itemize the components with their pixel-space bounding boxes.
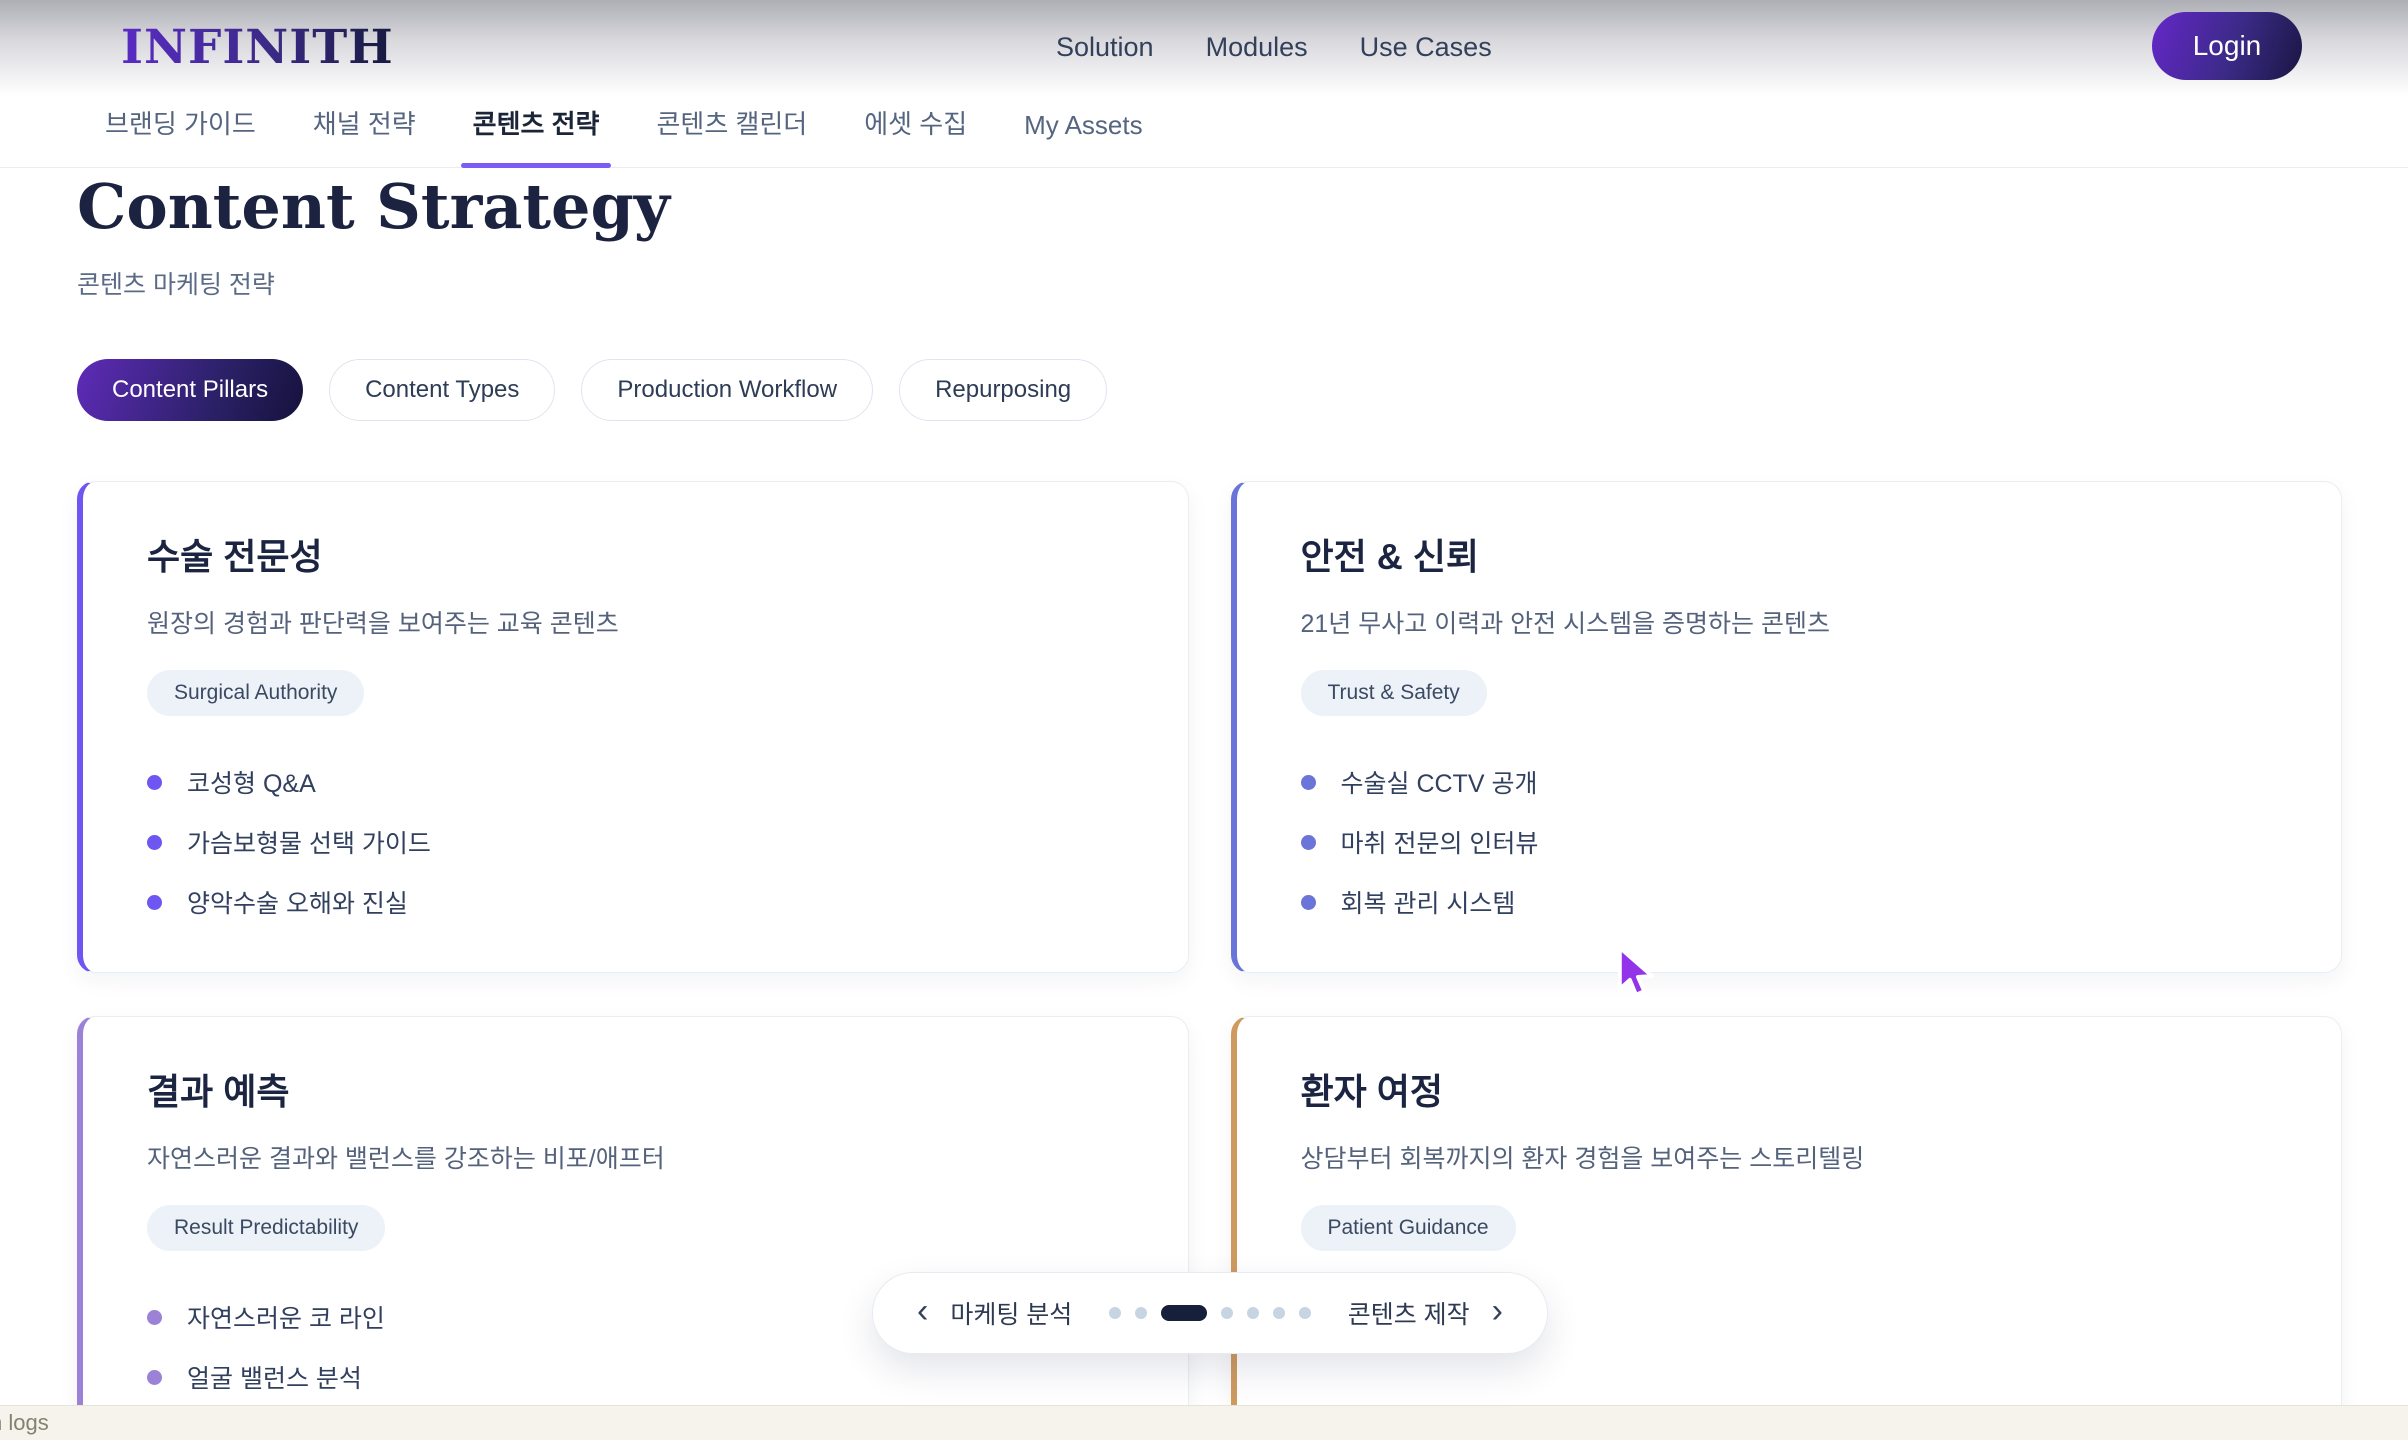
page-title: Content Strategy <box>77 174 2408 239</box>
page-subtitle: 콘텐츠 마케팅 전략 <box>77 265 2408 301</box>
section-tabbar: 브랜딩 가이드 채널 전략 콘텐츠 전략 콘텐츠 캘린더 에셋 수집 My As… <box>0 104 2408 168</box>
pager-next[interactable]: 콘텐츠 제작 › <box>1348 1295 1503 1331</box>
filter-content-pillars[interactable]: Content Pillars <box>77 359 303 421</box>
pager-dot[interactable] <box>1247 1307 1259 1319</box>
status-bar: n logs <box>0 1405 2408 1440</box>
card-badge: Patient Guidance <box>1301 1205 1516 1251</box>
pager-dot[interactable] <box>1273 1307 1285 1319</box>
nav-item-solution[interactable]: Solution <box>1056 32 1154 63</box>
card-surgical-expertise[interactable]: 수술 전문성 원장의 경험과 판단력을 보여주는 교육 콘텐츠 Surgical… <box>77 481 1189 973</box>
card-title: 수술 전문성 <box>147 528 1128 580</box>
tab-asset-collection[interactable]: 에셋 수집 <box>864 104 967 141</box>
bullet-dot-icon <box>147 895 162 910</box>
list-item: 양악수술 오해와 진실 <box>147 872 1128 932</box>
tab-branding-guide[interactable]: 브랜딩 가이드 <box>105 104 256 141</box>
main-nav: Solution Modules Use Cases <box>1056 32 1492 63</box>
chevron-right-icon: › <box>1492 1294 1503 1328</box>
bullet-dot-icon <box>147 1310 162 1325</box>
pager-dot[interactable] <box>1135 1307 1147 1319</box>
bullet-dot-icon <box>147 835 162 850</box>
status-bar-text[interactable]: n logs <box>0 1410 49 1435</box>
card-badge: Surgical Authority <box>147 670 364 716</box>
card-description: 21년 무사고 이력과 안전 시스템을 증명하는 콘텐츠 <box>1301 604 2282 640</box>
nav-item-modules[interactable]: Modules <box>1206 32 1308 63</box>
card-title: 안전 & 신뢰 <box>1301 528 2282 580</box>
pager-dots <box>1109 1305 1311 1321</box>
chevron-left-icon: ‹ <box>917 1294 928 1328</box>
tab-content-strategy[interactable]: 콘텐츠 전략 <box>473 104 600 141</box>
tab-channel-strategy[interactable]: 채널 전략 <box>313 104 416 141</box>
card-title: 환자 여정 <box>1301 1063 2282 1115</box>
list-item: 코성형 Q&A <box>147 752 1128 812</box>
top-header: INFINITH Solution Modules Use Cases Logi… <box>0 0 2408 104</box>
card-safety-trust[interactable]: 안전 & 신뢰 21년 무사고 이력과 안전 시스템을 증명하는 콘텐츠 Tru… <box>1231 481 2343 973</box>
pager-prev[interactable]: ‹ 마케팅 분석 <box>917 1295 1072 1331</box>
card-topic-list: 수술실 CCTV 공개 마취 전문의 인터뷰 회복 관리 시스템 <box>1301 752 2282 932</box>
card-description: 자연스러운 결과와 밸런스를 강조하는 비포/애프터 <box>147 1139 1128 1175</box>
pager-dot[interactable] <box>1109 1307 1121 1319</box>
login-button[interactable]: Login <box>2152 12 2302 80</box>
filter-content-types[interactable]: Content Types <box>329 359 555 421</box>
bullet-dot-icon <box>1301 895 1316 910</box>
nav-item-use-cases[interactable]: Use Cases <box>1360 32 1492 63</box>
section-pager: ‹ 마케팅 분석 콘텐츠 제작 › <box>872 1272 1548 1354</box>
card-description: 상담부터 회복까지의 환자 경험을 보여주는 스토리텔링 <box>1301 1139 2282 1175</box>
card-patient-journey[interactable]: 환자 여정 상담부터 회복까지의 환자 경험을 보여주는 스토리텔링 Patie… <box>1231 1016 2343 1440</box>
filter-pills: Content Pillars Content Types Production… <box>77 359 2408 421</box>
pager-next-label: 콘텐츠 제작 <box>1348 1295 1470 1331</box>
pager-dot[interactable] <box>1221 1307 1233 1319</box>
pager-dot[interactable] <box>1299 1307 1311 1319</box>
bullet-dot-icon <box>1301 775 1316 790</box>
bullet-dot-icon <box>147 775 162 790</box>
card-topic-list: 코성형 Q&A 가슴보형물 선택 가이드 양악수술 오해와 진실 <box>147 752 1128 932</box>
list-item: 가슴보형물 선택 가이드 <box>147 812 1128 872</box>
card-title: 결과 예측 <box>147 1063 1128 1115</box>
card-description: 원장의 경험과 판단력을 보여주는 교육 콘텐츠 <box>147 604 1128 640</box>
list-item: 마취 전문의 인터뷰 <box>1301 812 2282 872</box>
pager-dot-active[interactable] <box>1161 1305 1207 1321</box>
filter-repurposing[interactable]: Repurposing <box>899 359 1107 421</box>
bullet-dot-icon <box>1301 835 1316 850</box>
brand-logo[interactable]: INFINITH <box>121 20 394 75</box>
list-item: 수술실 CCTV 공개 <box>1301 752 2282 812</box>
page-heading: Content Strategy 콘텐츠 마케팅 전략 <box>0 168 2408 301</box>
card-badge: Result Predictability <box>147 1205 385 1251</box>
pager-prev-label: 마케팅 분석 <box>950 1295 1072 1331</box>
list-item: 얼굴 밸런스 분석 <box>147 1347 1128 1407</box>
card-badge: Trust & Safety <box>1301 670 1487 716</box>
bullet-dot-icon <box>147 1370 162 1385</box>
filter-production-workflow[interactable]: Production Workflow <box>581 359 873 421</box>
list-item: 회복 관리 시스템 <box>1301 872 2282 932</box>
card-result-prediction[interactable]: 결과 예측 자연스러운 결과와 밸런스를 강조하는 비포/애프터 Result … <box>77 1016 1189 1440</box>
tab-my-assets[interactable]: My Assets <box>1024 110 1142 141</box>
tab-content-calendar[interactable]: 콘텐츠 캘린더 <box>656 104 807 141</box>
